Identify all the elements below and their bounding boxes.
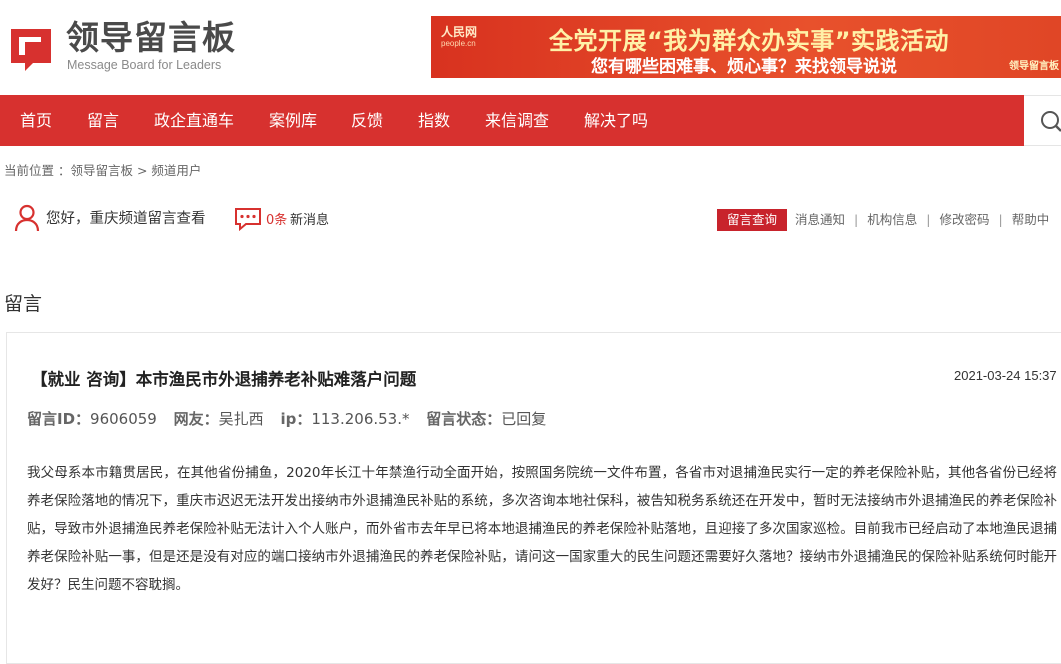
ip-value: 113.206.53.* <box>311 410 410 428</box>
search-button[interactable] <box>1024 95 1061 146</box>
divider: | <box>998 212 1003 227</box>
breadcrumb[interactable]: 当前位置 ：领导留言板 > 频道用户 <box>4 160 201 179</box>
message-count[interactable]: 0条 <box>266 209 287 228</box>
logo-title[interactable]: 领导留言板 <box>66 18 236 58</box>
banner-brand: 人民网 <box>441 25 478 39</box>
logo-icon[interactable] <box>7 23 57 73</box>
user-icon <box>14 204 40 232</box>
search-icon <box>1041 111 1061 132</box>
help-link[interactable]: 帮助中 <box>1012 209 1050 231</box>
user-bar: 您好，重庆频道留言查看 0条 新消息 留言查询 消息通知 | 机构信息 | 修改密码 | 帮助… <box>0 196 1061 240</box>
nav-item-resolved[interactable]: 解决了吗 <box>584 95 648 146</box>
divider: | <box>854 212 859 227</box>
message-id-value: 9606059 <box>90 410 157 428</box>
site-header: 领导留言板 Message Board for Leaders 人民网 peop… <box>0 0 1061 95</box>
message-meta: 留言ID：9606059 网友：吴扎西 ip：113.206.53.* 留言状态… <box>27 408 558 429</box>
message-card: 【就业 咨询】本市渔民市外退捕养老补贴难落户问题 2021-03-24 15:3… <box>6 332 1061 664</box>
query-messages-button[interactable]: 留言查询 <box>717 209 788 231</box>
logo-subtitle: Message Board for Leaders <box>67 58 222 72</box>
message-body: 我父母系本市籍贯居民，在其他省份捕鱼，2020年长江十年禁渔行动全面开始，按照国… <box>27 465 1057 593</box>
change-password-link[interactable]: 修改密码 <box>939 209 989 231</box>
message-title: 【就业 咨询】本市渔民市外退捕养老补贴难落户问题 <box>31 370 417 389</box>
nav-item-index[interactable]: 指数 <box>418 95 450 146</box>
main-nav: 首页 留言 政企直通车 案例库 反馈 指数 来信调查 解决了吗 <box>0 95 1024 146</box>
divider: | <box>926 212 931 227</box>
user-label: 网友： <box>173 410 219 428</box>
status-label: 留言状态： <box>426 410 502 428</box>
nav-item-messages[interactable]: 留言 <box>87 95 119 146</box>
banner-brand-domain: people.cn <box>441 39 476 48</box>
ip-label: ip： <box>280 410 312 428</box>
nav-item-cases[interactable]: 案例库 <box>269 95 317 146</box>
section-title: 留言 <box>4 293 43 315</box>
user-links: 留言查询 消息通知 | 机构信息 | 修改密码 | 帮助中 <box>717 209 1049 231</box>
org-info-link[interactable]: 机构信息 <box>867 209 917 231</box>
nav-item-feedback[interactable]: 反馈 <box>351 95 383 146</box>
banner-subtitle: 您有哪些困难事、烦心事？来找领导说说 <box>591 57 897 77</box>
user-greeting: 您好，重庆频道留言查看 <box>46 211 206 227</box>
nav-item-survey[interactable]: 来信调查 <box>485 95 549 146</box>
banner-title: 全党开展“我为群众办实事”实践活动 <box>549 27 950 55</box>
user-value: 吴扎西 <box>218 410 264 428</box>
message-id-label: 留言ID： <box>27 410 91 428</box>
nav-item-home[interactable]: 首页 <box>20 95 52 146</box>
banner-tag: 领导留言板 <box>1009 61 1059 72</box>
notifications-link[interactable]: 消息通知 <box>795 209 845 231</box>
nav-item-business[interactable]: 政企直通车 <box>154 95 234 146</box>
message-label[interactable]: 新消息 <box>290 209 329 228</box>
message-icon[interactable] <box>234 207 262 231</box>
campaign-banner[interactable]: 人民网 people.cn 全党开展“我为群众办实事”实践活动 您有哪些困难事、… <box>431 16 1061 78</box>
message-date: 2021-03-24 15:37 <box>954 368 1057 383</box>
status-value: 已回复 <box>501 410 547 428</box>
